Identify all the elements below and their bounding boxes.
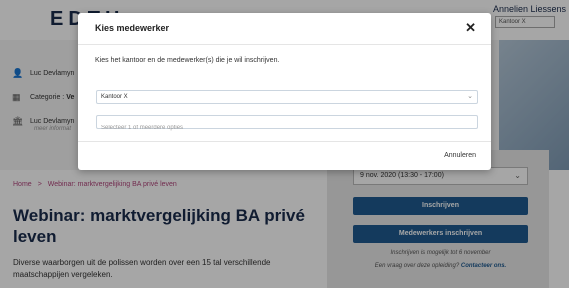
modal-header: Kies medewerker ✕ <box>78 13 491 45</box>
employees-multiselect[interactable] <box>96 115 478 134</box>
office-select-value: Kantoor X <box>101 94 128 100</box>
cancel-button[interactable]: Annuleren <box>444 152 476 159</box>
employee-modal: Kies medewerker ✕ Kies het kantoor en de… <box>78 13 491 170</box>
office-select[interactable]: Kantoor X ⌄ <box>96 90 478 104</box>
modal-intro: Kies het kantoor en de medewerker(s) die… <box>95 57 280 64</box>
close-icon[interactable]: ✕ <box>465 20 476 36</box>
modal-title: Kies medewerker <box>95 23 170 33</box>
chevron-down-icon: ⌄ <box>467 93 473 100</box>
modal-footer: Annuleren <box>78 141 491 170</box>
employees-input[interactable] <box>101 122 477 134</box>
